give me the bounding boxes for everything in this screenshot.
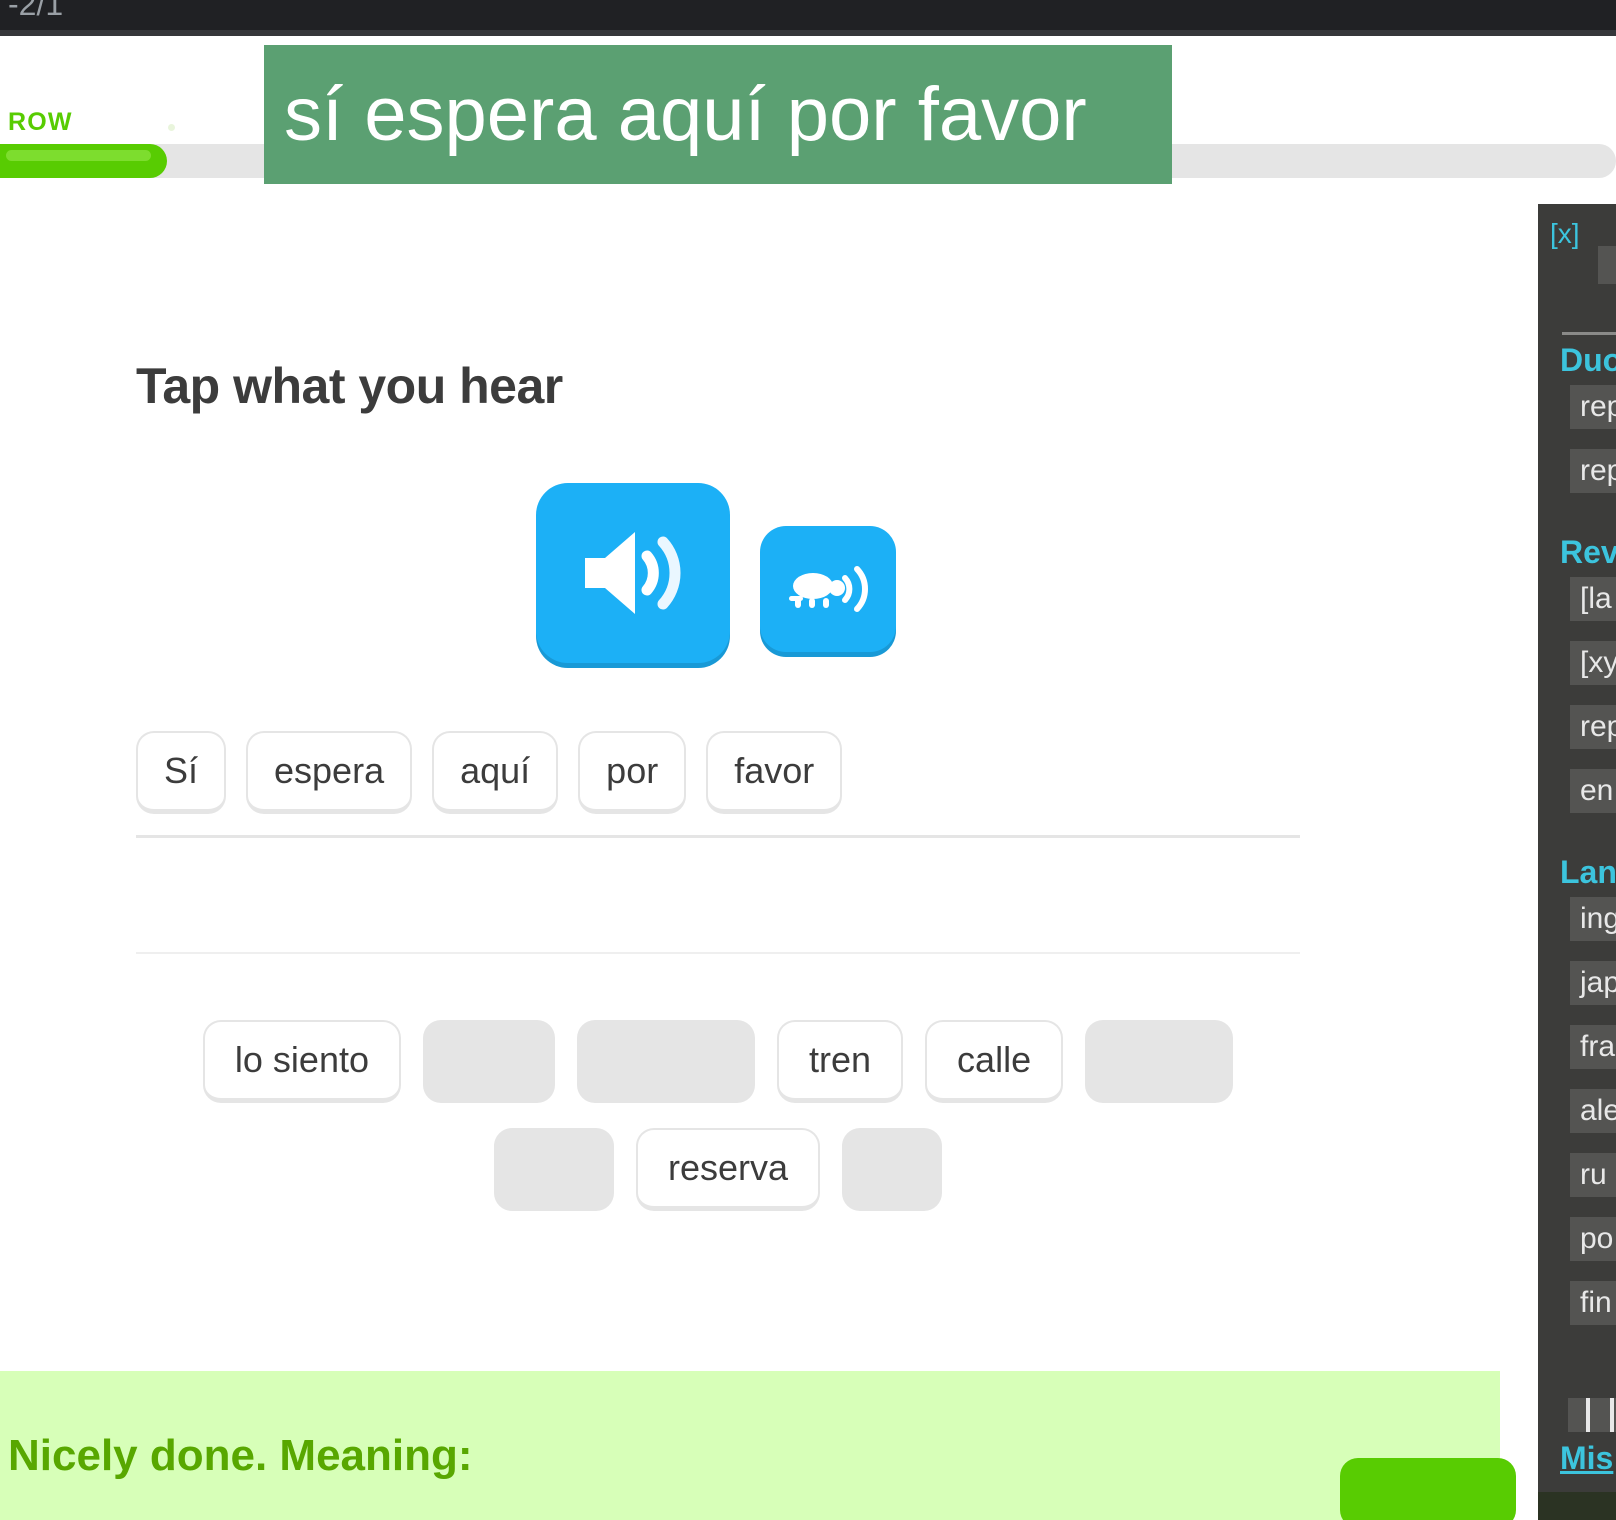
sidebar-item[interactable]: rep — [1570, 449, 1616, 493]
answer-chip[interactable]: por — [578, 731, 687, 814]
sidebar-group-mis: Mis — [1538, 1440, 1616, 1483]
sidebar-item[interactable]: po — [1570, 1217, 1616, 1261]
close-icon[interactable]: [x] — [1550, 218, 1580, 250]
sidebar-item[interactable]: ale — [1570, 1089, 1616, 1133]
play-audio-button[interactable] — [536, 483, 730, 663]
progress-shine — [6, 150, 151, 161]
continue-button[interactable] — [1340, 1458, 1516, 1520]
sidebar-item[interactable]: [la — [1570, 577, 1616, 621]
sidebar-item[interactable]: [xy — [1570, 641, 1616, 685]
word-bank-chip[interactable]: calle — [925, 1020, 1064, 1103]
word-bank-row: reserva — [136, 1128, 1300, 1211]
sidebar-tick-bar — [1568, 1398, 1616, 1432]
answer-line-2 — [136, 952, 1300, 954]
play-audio-slow-button[interactable] — [760, 526, 896, 652]
lesson-progress-fill — [0, 144, 167, 178]
streak-row-label: ROW — [8, 108, 73, 136]
word-bank-chip[interactable]: reserva — [635, 1128, 821, 1211]
word-bank-row: lo siento tren calle — [136, 1020, 1300, 1103]
speaker-icon — [585, 532, 681, 614]
result-bar: Nicely done. Meaning: — [0, 1371, 1500, 1520]
word-bank-chip[interactable]: tren — [777, 1020, 904, 1103]
sidebar-item[interactable]: rep — [1570, 705, 1616, 749]
word-bank-chip-used — [842, 1128, 943, 1211]
answer-chip[interactable]: aquí — [432, 731, 559, 814]
sidebar-item[interactable]: ru — [1570, 1153, 1616, 1197]
sidebar-group-lang: Lan ing jap fra ale ru po fin — [1538, 854, 1616, 1345]
sidebar-item[interactable]: ing — [1570, 897, 1616, 941]
exercise-panel: Tap what you hear Sí espera aquí por fav… — [0, 190, 1500, 1370]
sidebar-group-duo: Duo rep rep — [1538, 342, 1616, 513]
word-bank-chip-used — [423, 1020, 555, 1103]
progress-dot — [168, 124, 175, 131]
word-bank-chip[interactable]: lo siento — [202, 1020, 401, 1103]
translation-banner-text: sí espera aquí por favor — [284, 71, 1087, 157]
sidebar-divider — [1562, 332, 1616, 335]
word-bank-chip-used — [577, 1020, 755, 1103]
sidebar-item[interactable]: jap — [1570, 961, 1616, 1005]
result-message: Nicely done. Meaning: — [8, 1431, 473, 1480]
browser-chrome-bar: -2/1 — [0, 0, 1616, 30]
turtle-icon — [789, 566, 868, 612]
page-title: Tap what you hear — [136, 358, 563, 414]
sidebar-bottom-band — [1538, 1492, 1616, 1520]
word-bank: lo siento tren calle reserva — [136, 1020, 1300, 1236]
sidebar-item[interactable]: en — [1570, 769, 1616, 813]
word-bank-chip-used — [1085, 1020, 1234, 1103]
debug-sidebar: [x] Duo rep rep Rev [la [xy rep en Lan i… — [1538, 204, 1616, 1520]
answer-chip[interactable]: espera — [246, 731, 413, 814]
word-bank-chip-used — [493, 1128, 614, 1211]
answer-chip[interactable]: Sí — [136, 731, 227, 814]
sidebar-item[interactable]: rep — [1570, 385, 1616, 429]
sidebar-item[interactable]: fra — [1570, 1025, 1616, 1069]
answer-chip-row: Sí espera aquí por favor — [136, 731, 843, 814]
sidebar-item[interactable]: fin — [1570, 1281, 1616, 1325]
sidebar-group-heading: Lan — [1560, 854, 1616, 890]
translation-banner: sí espera aquí por favor — [264, 45, 1172, 184]
sidebar-input-field[interactable] — [1598, 246, 1616, 284]
sidebar-group-rev: Rev [la [xy rep en — [1538, 534, 1616, 833]
sidebar-group-heading: Rev — [1560, 534, 1616, 570]
sidebar-group-heading: Mis — [1560, 1440, 1614, 1476]
answer-line-1 — [136, 835, 1300, 838]
sidebar-group-heading: Duo — [1560, 342, 1616, 378]
app-root: -2/1 ROW sí espera aquí por favor Tap wh… — [0, 0, 1616, 1520]
answer-chip[interactable]: favor — [706, 731, 843, 814]
browser-tab-label: -2/1 — [8, 0, 64, 22]
